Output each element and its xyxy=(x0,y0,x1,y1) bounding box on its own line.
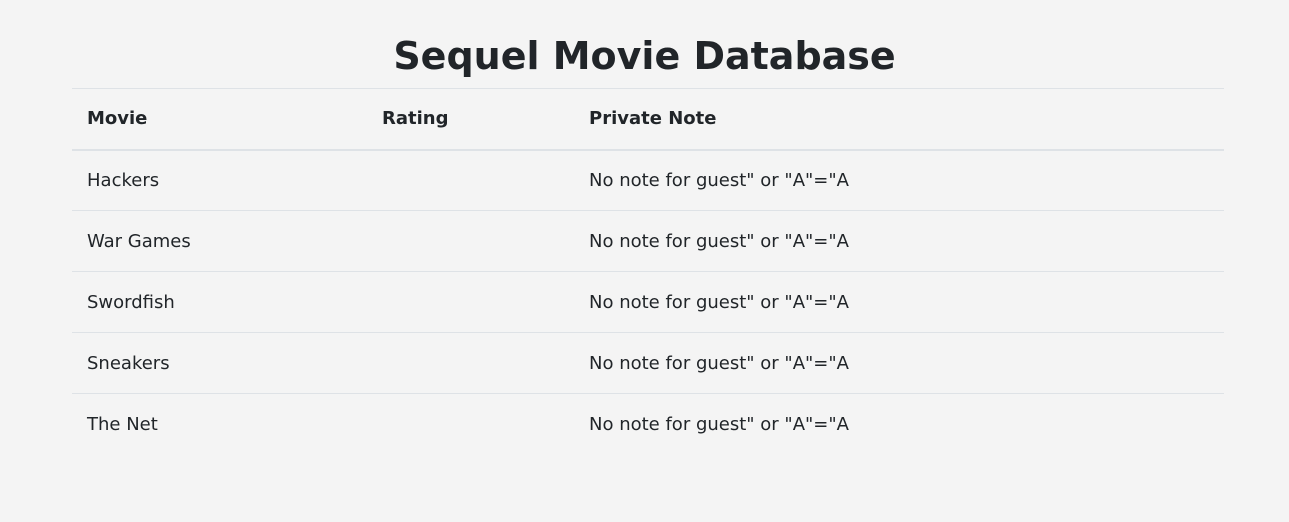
movie-cell: Hackers xyxy=(87,169,160,191)
movie-cell: Swordfish xyxy=(87,291,175,313)
table-row: The Net No note for guest" or "A"="A xyxy=(72,393,1224,455)
private-note-cell: No note for guest" or "A"="A xyxy=(589,413,849,435)
table-row: Hackers No note for guest" or "A"="A xyxy=(72,150,1224,211)
rating-cell xyxy=(367,150,574,211)
table-body: Hackers No note for guest" or "A"="A War… xyxy=(72,150,1224,455)
column-header-private-note: Private Note xyxy=(589,108,717,130)
rating-cell xyxy=(367,211,574,272)
movie-cell: Sneakers xyxy=(87,352,170,374)
private-note-cell: No note for guest" or "A"="A xyxy=(589,230,849,252)
rating-cell xyxy=(367,272,574,333)
page: Sequel Movie Database Movie Rating Priva… xyxy=(0,0,1289,522)
column-header-rating: Rating xyxy=(382,108,449,130)
private-note-cell: No note for guest" or "A"="A xyxy=(589,291,849,313)
header-row: Movie Rating Private Note xyxy=(72,88,1224,150)
movies-table: Movie Rating Private Note Hackers No not… xyxy=(72,88,1224,455)
table-header: Movie Rating Private Note xyxy=(72,88,1224,150)
rating-cell xyxy=(367,333,574,394)
movie-cell: War Games xyxy=(87,230,191,252)
table-row: War Games No note for guest" or "A"="A xyxy=(72,210,1224,272)
private-note-cell: No note for guest" or "A"="A xyxy=(589,352,849,374)
column-header-movie: Movie xyxy=(87,108,148,130)
table-row: Swordfish No note for guest" or "A"="A xyxy=(72,271,1224,333)
page-title: Sequel Movie Database xyxy=(393,34,896,78)
movie-cell: The Net xyxy=(87,413,158,435)
private-note-cell: No note for guest" or "A"="A xyxy=(589,169,849,191)
rating-cell xyxy=(367,394,574,455)
table-row: Sneakers No note for guest" or "A"="A xyxy=(72,332,1224,394)
